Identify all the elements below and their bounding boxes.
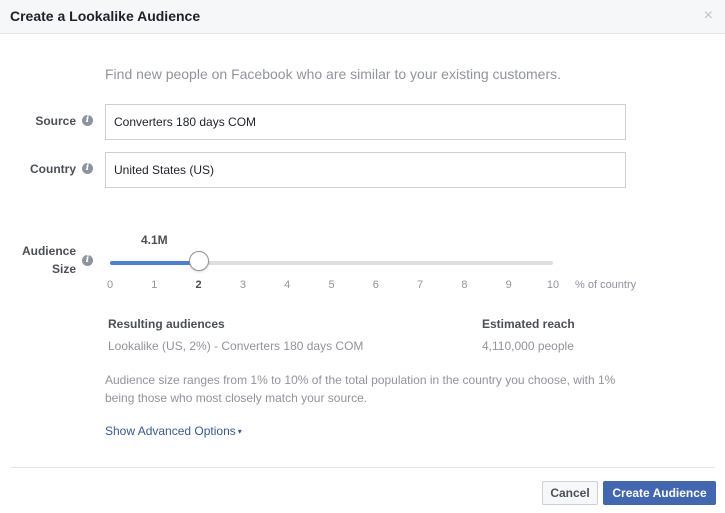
slider-tick-label: 5 xyxy=(328,279,335,291)
chevron-down-icon: ▾ xyxy=(237,427,242,436)
slider-tick-label: 0 xyxy=(106,279,114,291)
country-label: Country xyxy=(30,162,76,176)
slider-tick-label: 4 xyxy=(284,279,291,291)
slider-tick-label: 8 xyxy=(461,279,468,291)
dialog-header: Create a Lookalike Audience × xyxy=(0,0,725,34)
source-label: Source xyxy=(35,114,76,128)
slider-tick-label: 2 xyxy=(195,279,202,291)
slider-tick-label: 6 xyxy=(372,279,379,291)
audience-size-slider-fill xyxy=(110,261,199,265)
audience-size-label: Audience xyxy=(21,244,76,258)
slider-unit: % of country xyxy=(575,279,637,291)
source-input[interactable]: Converters 180 days COM xyxy=(105,104,626,140)
resulting-audiences-header: Resulting audiences xyxy=(108,317,225,331)
audience-size-info-icon[interactable]: i xyxy=(82,255,93,266)
slider-tick-label: 10 xyxy=(546,279,560,291)
estimated-reach-header: Estimated reach xyxy=(482,317,575,331)
estimated-reach-value: 4,110,000 people xyxy=(482,339,574,353)
show-advanced-options-label: Show Advanced Options xyxy=(105,424,236,438)
footer-divider xyxy=(10,467,715,468)
audience-size-slider-thumb[interactable] xyxy=(188,251,209,271)
slider-tick-label: 9 xyxy=(505,279,512,291)
slider-tick-label: 1 xyxy=(151,279,158,291)
slider-tick-label: 7 xyxy=(417,279,424,291)
create-audience-button[interactable]: Create Audience xyxy=(603,481,716,505)
resulting-audiences-value: Lookalike (US, 2%) - Converters 180 days… xyxy=(108,339,364,353)
source-info-icon[interactable]: i xyxy=(82,115,93,126)
audience-size-note: Audience size ranges from 1% to 10% of t… xyxy=(105,373,616,405)
country-info-icon[interactable]: i xyxy=(82,163,93,174)
audience-size-label-line2: Size xyxy=(51,262,76,276)
dialog-title: Create a Lookalike Audience xyxy=(10,8,201,24)
show-advanced-options-link[interactable]: Show Advanced Options ▾ xyxy=(105,424,242,438)
country-input[interactable]: United States (US) xyxy=(105,152,626,188)
audience-size-slider-track[interactable] xyxy=(110,261,553,265)
cancel-button[interactable]: Cancel xyxy=(542,481,598,505)
close-icon[interactable]: × xyxy=(704,8,713,24)
dialog-subtitle: Find new people on Facebook who are simi… xyxy=(105,66,561,82)
slider-reach-value: 4.1M xyxy=(141,233,168,247)
slider-tick-label: 3 xyxy=(239,279,246,291)
